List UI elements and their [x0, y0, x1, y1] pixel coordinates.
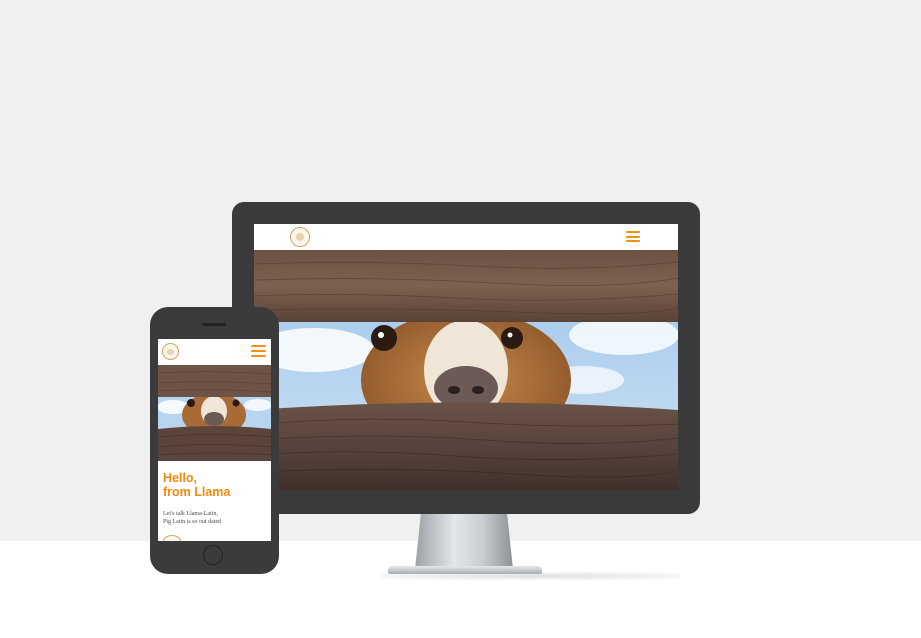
phone-speaker: [202, 323, 226, 326]
mobile-screen: Hello, from Llama Let's talk Llama-Latin…: [158, 339, 271, 541]
menu-bar: [626, 240, 640, 242]
desktop-hero-image: [254, 250, 678, 490]
llama-logo-icon[interactable]: [290, 227, 310, 247]
mobile-phone: Hello, from Llama Let's talk Llama-Latin…: [150, 307, 279, 574]
mobile-site-header: [158, 339, 271, 365]
home-button[interactable]: [203, 545, 223, 565]
menu-bar: [251, 355, 266, 357]
monitor-stand-neck: [415, 514, 513, 569]
hero-body-text: Let's talk Llama-Latin, Pig Latin is so …: [163, 511, 222, 525]
desktop-site-header: [254, 224, 678, 250]
hamburger-menu-icon[interactable]: [251, 345, 266, 357]
llama-logo-icon: [163, 535, 181, 541]
desktop-screen: [254, 224, 678, 490]
menu-bar: [626, 231, 640, 233]
menu-bar: [251, 350, 266, 352]
hero-heading: Hello, from Llama: [163, 471, 231, 499]
llama-logo-icon[interactable]: [162, 343, 179, 360]
hamburger-menu-icon[interactable]: [626, 231, 640, 242]
desktop-monitor: [232, 202, 700, 514]
menu-bar: [251, 345, 266, 347]
menu-bar: [626, 235, 640, 238]
monitor-stand-base: [388, 566, 542, 574]
mobile-hero-image: [158, 365, 271, 461]
